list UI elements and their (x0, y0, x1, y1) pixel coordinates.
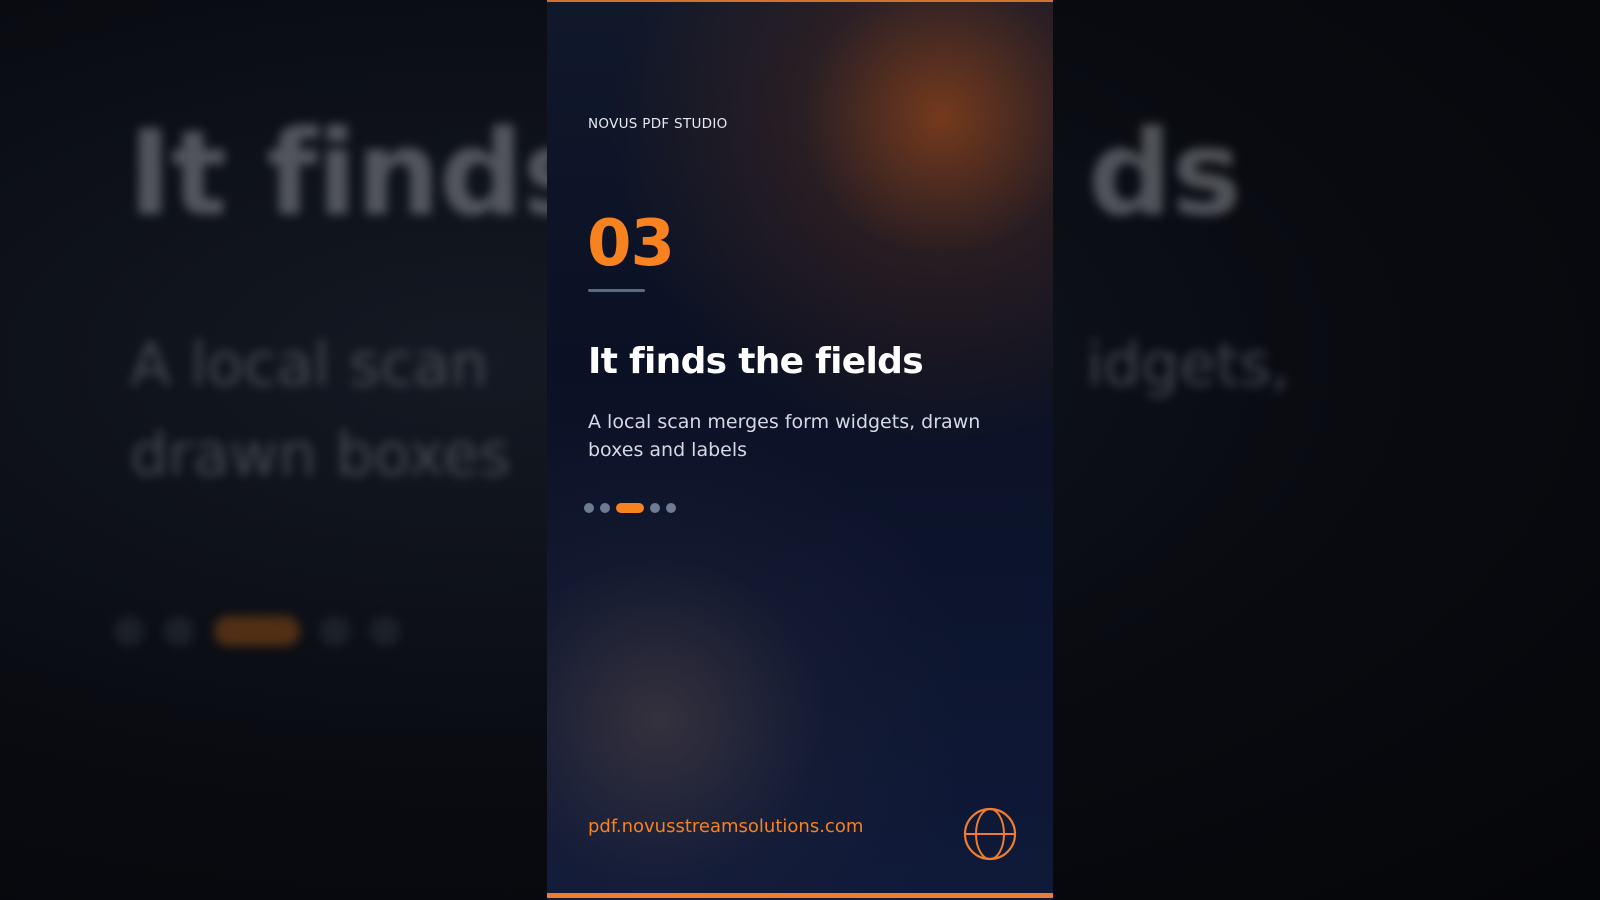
pagination-dot-4[interactable] (650, 503, 660, 513)
background-dot (370, 616, 400, 646)
step-number: 03 (587, 207, 675, 281)
brand-label: NOVUS PDF STUDIO (588, 116, 728, 132)
background-dot (114, 616, 144, 646)
pagination-dot-2[interactable] (600, 503, 610, 513)
background-subtitle-right: idgets, (1086, 330, 1290, 400)
background-title-left: It finds (128, 104, 593, 242)
slide-subtitle: A local scan merges form widgets, drawn … (588, 411, 981, 461)
pagination-dot-1[interactable] (584, 503, 594, 513)
background-dot (320, 616, 350, 646)
background-subtitle-left: A local scan (130, 330, 489, 400)
website-link[interactable]: pdf.novusstreamsolutions.com (588, 815, 863, 839)
pagination-dot-3-active[interactable] (616, 503, 644, 513)
background-pagination (114, 616, 400, 646)
background-title-right: ds (1087, 104, 1242, 242)
step-underline (588, 289, 645, 292)
background-dot-active (214, 616, 300, 646)
bottom-accent-line (547, 893, 1053, 898)
background-dot (164, 616, 194, 646)
slide-card: NOVUS PDF STUDIO 03 It finds the fields … (547, 0, 1053, 900)
globe-icon (963, 807, 1017, 861)
slide-title: It finds the fields (588, 341, 924, 382)
pagination-dots (584, 503, 676, 513)
video-frame: It finds ds A local scan idgets, drawn bo… (0, 0, 1600, 900)
pagination-dot-5[interactable] (666, 503, 676, 513)
top-accent-line (547, 0, 1053, 2)
